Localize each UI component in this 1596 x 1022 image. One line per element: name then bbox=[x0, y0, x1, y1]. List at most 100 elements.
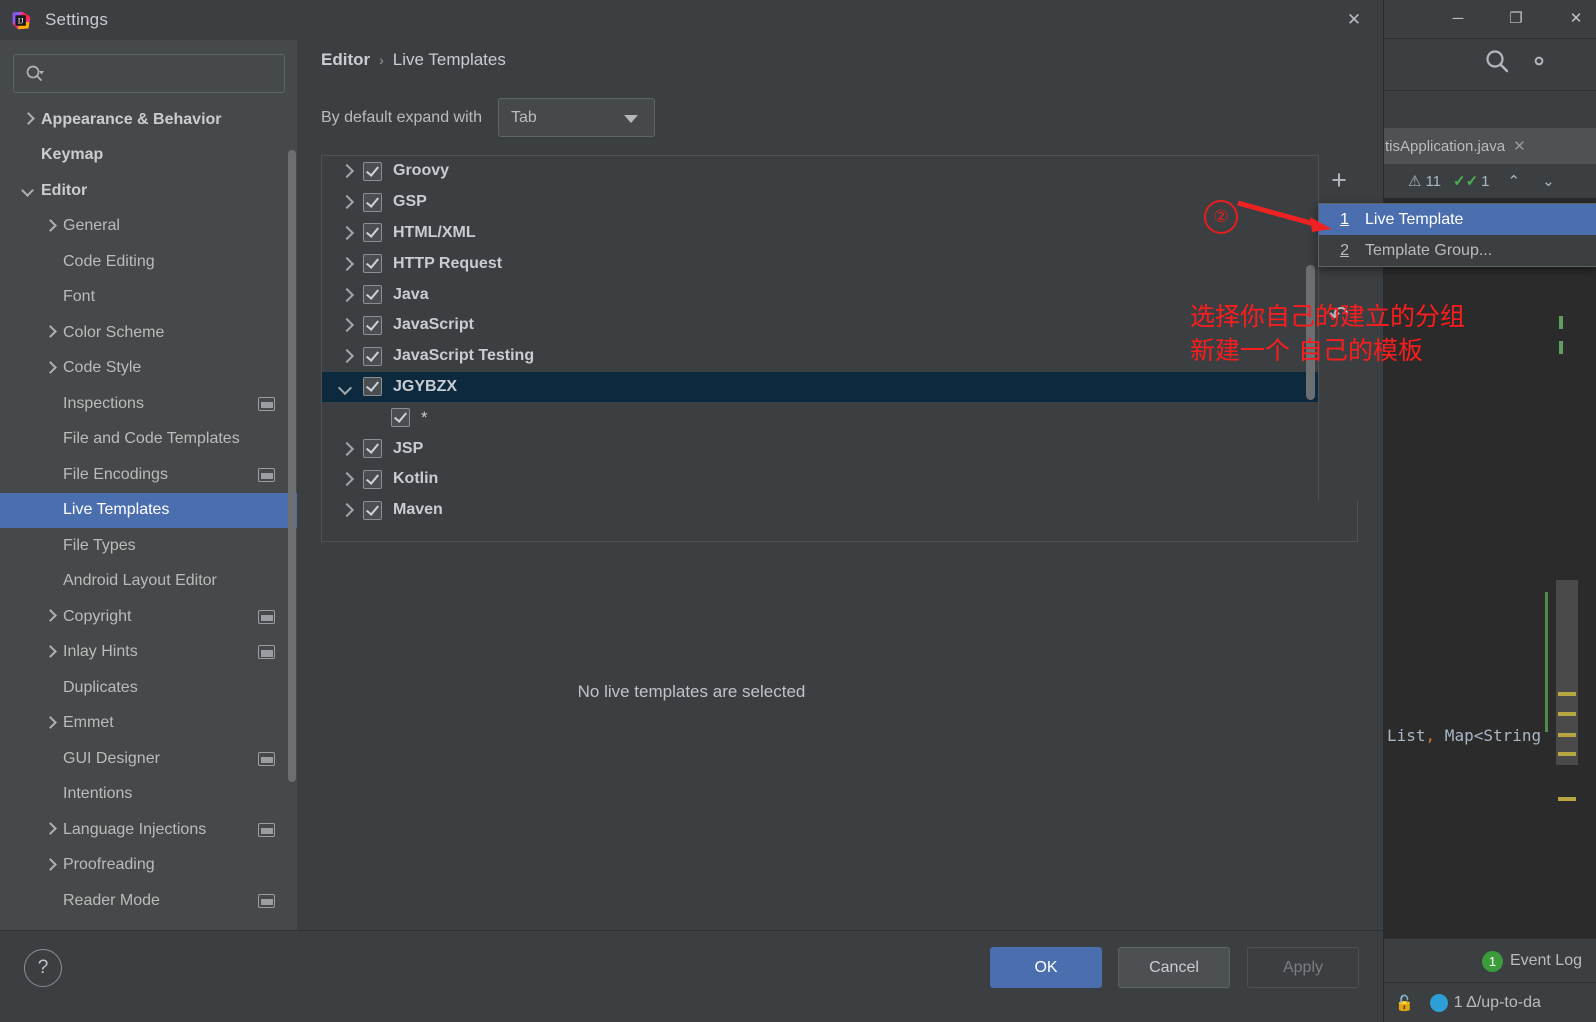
sidebar-item-file-and-code-templates[interactable]: File and Code Templates bbox=[0, 422, 297, 458]
checkbox-icon[interactable] bbox=[391, 408, 410, 428]
chevron-down-icon[interactable] bbox=[338, 380, 354, 394]
tree-row[interactable]: HTML/XML bbox=[322, 218, 1357, 249]
sidebar-item-color-scheme[interactable]: Color Scheme bbox=[0, 315, 297, 351]
sidebar-item-inspections[interactable]: Inspections bbox=[0, 386, 297, 422]
window-maximize-button[interactable]: ❐ bbox=[1501, 8, 1531, 30]
checkbox-icon[interactable] bbox=[363, 346, 382, 366]
screen-root: ─ ❐ ✕ tisApplication.java ✕ ⚠ 11 ✓✓ 1 ⌃ … bbox=[0, 0, 1596, 1022]
tree-row[interactable]: HTTP Request bbox=[322, 248, 1357, 279]
chevron-right-icon[interactable] bbox=[338, 257, 354, 271]
sidebar-item-gui-designer[interactable]: GUI Designer bbox=[0, 741, 297, 777]
settings-sidebar: Appearance & Behavior Keymap Editor General… bbox=[0, 40, 297, 930]
sidebar-item-copyright[interactable]: Copyright bbox=[0, 599, 297, 635]
sidebar-item-keymap[interactable]: Keymap bbox=[0, 138, 297, 174]
search-icon[interactable] bbox=[1484, 48, 1510, 74]
help-button[interactable]: ? bbox=[24, 949, 62, 987]
add-template-button[interactable]: + bbox=[1319, 160, 1359, 200]
tree-row[interactable]: * bbox=[322, 402, 1357, 433]
chevron-right-icon[interactable] bbox=[338, 442, 354, 456]
sidebar-item-general[interactable]: General bbox=[0, 209, 297, 245]
event-log-bar[interactable]: 1 Event Log bbox=[1383, 938, 1596, 983]
sidebar-item-editor[interactable]: Editor bbox=[0, 173, 297, 209]
editor-tab[interactable]: tisApplication.java ✕ bbox=[1383, 128, 1596, 164]
window-close-button[interactable]: ✕ bbox=[1561, 8, 1591, 30]
chevron-right-icon[interactable] bbox=[44, 220, 57, 233]
marker-line bbox=[1558, 752, 1576, 756]
chevron-right-icon[interactable] bbox=[338, 349, 354, 363]
sidebar-item-font[interactable]: Font bbox=[0, 280, 297, 316]
checkbox-icon[interactable] bbox=[363, 254, 382, 274]
chevron-right-icon[interactable] bbox=[44, 362, 57, 375]
sidebar-item-label: Inspections bbox=[63, 394, 144, 412]
dialog-button-bar: ? OK Cancel Apply bbox=[0, 930, 1383, 1022]
chevron-right-icon[interactable] bbox=[44, 326, 57, 339]
sidebar-item-proofreading[interactable]: Proofreading bbox=[0, 848, 297, 884]
menu-item-live-template[interactable]: 1 Live Template bbox=[1319, 204, 1596, 235]
checkbox-icon[interactable] bbox=[363, 192, 382, 212]
chevron-right-icon[interactable] bbox=[44, 717, 57, 730]
sidebar-item-label: Code Editing bbox=[63, 252, 155, 270]
chevron-right-icon[interactable] bbox=[338, 164, 354, 178]
sidebar-item-label: GUI Designer bbox=[63, 749, 160, 767]
tree-row[interactable]: Kotlin bbox=[322, 464, 1357, 495]
search-input[interactable] bbox=[51, 64, 255, 83]
tree-row[interactable]: JGYBZX bbox=[322, 371, 1357, 403]
chevron-right-icon[interactable] bbox=[44, 610, 57, 623]
gear-icon[interactable] bbox=[1526, 48, 1552, 74]
menu-item-label: Template Group... bbox=[1365, 241, 1493, 259]
tree-row[interactable]: JSP bbox=[322, 433, 1357, 464]
sidebar-item-appearance-behavior[interactable]: Appearance & Behavior bbox=[0, 102, 297, 138]
checkbox-icon[interactable] bbox=[363, 161, 382, 181]
sidebar-item-code-style[interactable]: Code Style bbox=[0, 351, 297, 387]
search-settings-box[interactable] bbox=[13, 54, 285, 93]
chevron-right-icon[interactable] bbox=[338, 503, 354, 517]
expand-with-select[interactable]: Tab bbox=[498, 98, 655, 137]
tree-row[interactable]: Maven bbox=[322, 495, 1357, 526]
breadcrumb-parent[interactable]: Editor bbox=[321, 50, 370, 70]
chevron-right-icon[interactable] bbox=[44, 859, 57, 872]
sidebar-item-emmet[interactable]: Emmet bbox=[0, 706, 297, 742]
ok-button[interactable]: OK bbox=[990, 947, 1102, 988]
chevron-up-icon[interactable]: ⌃ bbox=[1508, 172, 1521, 190]
checkbox-icon[interactable] bbox=[363, 469, 382, 489]
close-icon[interactable]: ✕ bbox=[1343, 9, 1365, 31]
sidebar-item-file-encodings[interactable]: File Encodings bbox=[0, 457, 297, 493]
sidebar-item-live-templates[interactable]: Live Templates bbox=[0, 492, 297, 528]
checkbox-icon[interactable] bbox=[363, 285, 382, 305]
sidebar-item-reader-mode[interactable]: Reader Mode bbox=[0, 883, 297, 919]
chevron-right-icon[interactable] bbox=[338, 472, 354, 486]
chevron-right-icon[interactable] bbox=[338, 226, 354, 240]
checkbox-icon[interactable] bbox=[363, 223, 382, 243]
lock-icon[interactable]: 🔓 bbox=[1395, 994, 1414, 1012]
apply-button[interactable]: Apply bbox=[1247, 947, 1359, 988]
tree-row[interactable]: Groovy bbox=[322, 156, 1357, 187]
tree-row-label: JavaScript Testing bbox=[393, 347, 535, 365]
chevron-right-icon[interactable] bbox=[338, 318, 354, 332]
close-icon[interactable]: ✕ bbox=[1513, 137, 1526, 155]
chevron-right-icon[interactable] bbox=[44, 823, 57, 836]
checkbox-icon[interactable] bbox=[363, 500, 382, 520]
editor-marker-strip[interactable] bbox=[1556, 580, 1578, 765]
sidebar-item-inlay-hints[interactable]: Inlay Hints bbox=[0, 635, 297, 671]
checkbox-icon[interactable] bbox=[363, 377, 382, 397]
settings-nav-list[interactable]: Appearance & Behavior Keymap Editor General… bbox=[0, 102, 297, 930]
project-scope-icon bbox=[258, 893, 275, 908]
sidebar-item-android-layout-editor[interactable]: Android Layout Editor bbox=[0, 564, 297, 600]
window-minimize-button[interactable]: ─ bbox=[1443, 8, 1473, 30]
chevron-right-icon[interactable] bbox=[22, 113, 35, 126]
sidebar-item-code-editing[interactable]: Code Editing bbox=[0, 244, 297, 280]
chevron-down-icon[interactable]: ⌄ bbox=[1542, 172, 1555, 190]
chevron-right-icon[interactable] bbox=[338, 195, 354, 209]
cancel-button[interactable]: Cancel bbox=[1118, 947, 1230, 988]
sidebar-item-file-types[interactable]: File Types bbox=[0, 528, 297, 564]
chevron-right-icon[interactable] bbox=[338, 288, 354, 302]
checkbox-icon[interactable] bbox=[363, 439, 382, 459]
sidebar-item-intentions[interactable]: Intentions bbox=[0, 777, 297, 813]
chevron-down-icon[interactable] bbox=[22, 184, 35, 197]
menu-item-template-group[interactable]: 2 Template Group... bbox=[1319, 235, 1596, 266]
sidebar-item-language-injections[interactable]: Language Injections bbox=[0, 812, 297, 848]
chevron-right-icon[interactable] bbox=[44, 646, 57, 659]
checkbox-icon[interactable] bbox=[363, 315, 382, 335]
expand-with-row: By default expand with Tab bbox=[321, 98, 655, 137]
tree-row[interactable]: GSP bbox=[322, 187, 1357, 218]
